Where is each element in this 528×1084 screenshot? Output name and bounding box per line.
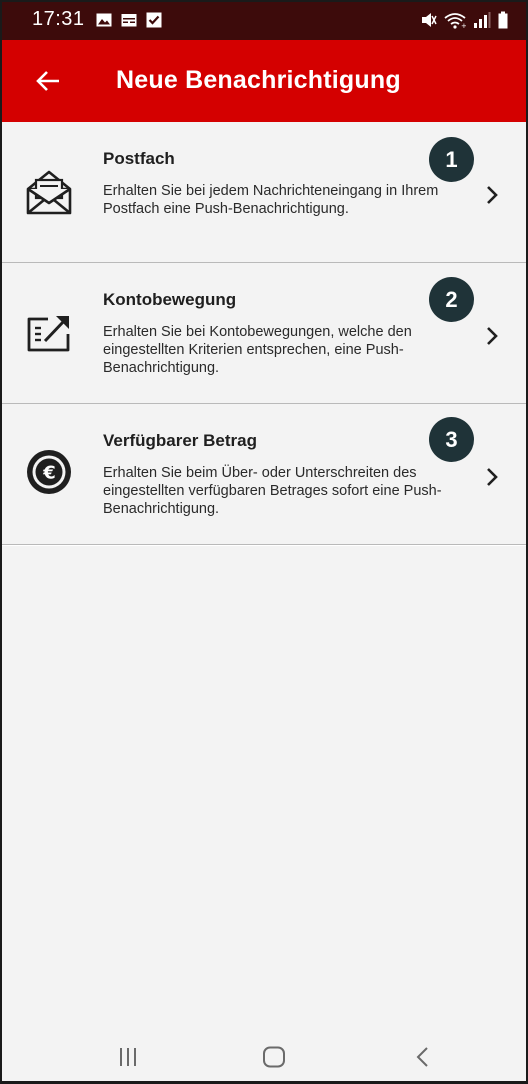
status-notification-icons [96,12,162,28]
recent-apps-icon[interactable] [113,1044,143,1070]
item-description: Erhalten Sie beim Über- oder Unterschrei… [103,465,442,517]
notification-type-list: Postfach Erhalten Sie bei jedem Nachrich… [2,122,526,545]
item-description: Erhalten Sie bei jedem Nachrichteneingan… [103,183,439,217]
svg-text:+: + [461,22,466,29]
system-navigation-bar [2,1026,526,1081]
step-badge: 1 [429,137,474,182]
svg-text:€: € [42,463,56,484]
status-system-icons: + [421,11,508,29]
image-icon [96,13,112,27]
back-icon[interactable] [408,1044,438,1070]
signal-icon [474,12,491,28]
item-title: Kontobewegung [103,290,237,309]
list-item-kontobewegung[interactable]: Kontobewegung Erhalten Sie bei Kontobewe… [2,263,526,404]
battery-icon [498,11,508,29]
euro-coin-icon: € [27,450,71,494]
list-item-verfuegbarer-betrag[interactable]: € Verfügbarer Betrag Erhalten Sie beim Ü… [2,404,526,545]
wifi-icon: + [444,13,466,29]
account-movement-icon [27,316,70,352]
item-title: Verfügbarer Betrag [103,431,257,450]
step-badge: 3 [429,417,474,462]
list-item-postfach[interactable]: Postfach Erhalten Sie bei jedem Nachrich… [2,122,526,263]
checkbox-icon [146,12,162,28]
mute-icon [422,13,437,27]
chevron-right-icon [487,186,498,204]
calendar-icon [121,14,137,27]
chevron-right-icon [487,327,498,345]
open-envelope-icon [26,170,72,215]
status-bar: 17:31 [2,2,526,40]
item-description: Erhalten Sie bei Kontobewegungen, welche… [103,324,412,376]
item-title: Postfach [103,149,175,168]
page-title: Neue Benachrichtigung [116,66,401,94]
phone-screen: 17:31 Neue Benachrichtigung Postfach Erh… [0,0,528,1084]
status-time: 17:31 [32,8,85,30]
empty-content-area [2,546,526,1026]
step-badge: 2 [429,277,474,322]
home-icon[interactable] [259,1044,289,1070]
chevron-right-icon [487,468,498,486]
arrow-left-icon[interactable] [32,65,64,97]
app-bar: Neue Benachrichtigung [2,40,526,122]
